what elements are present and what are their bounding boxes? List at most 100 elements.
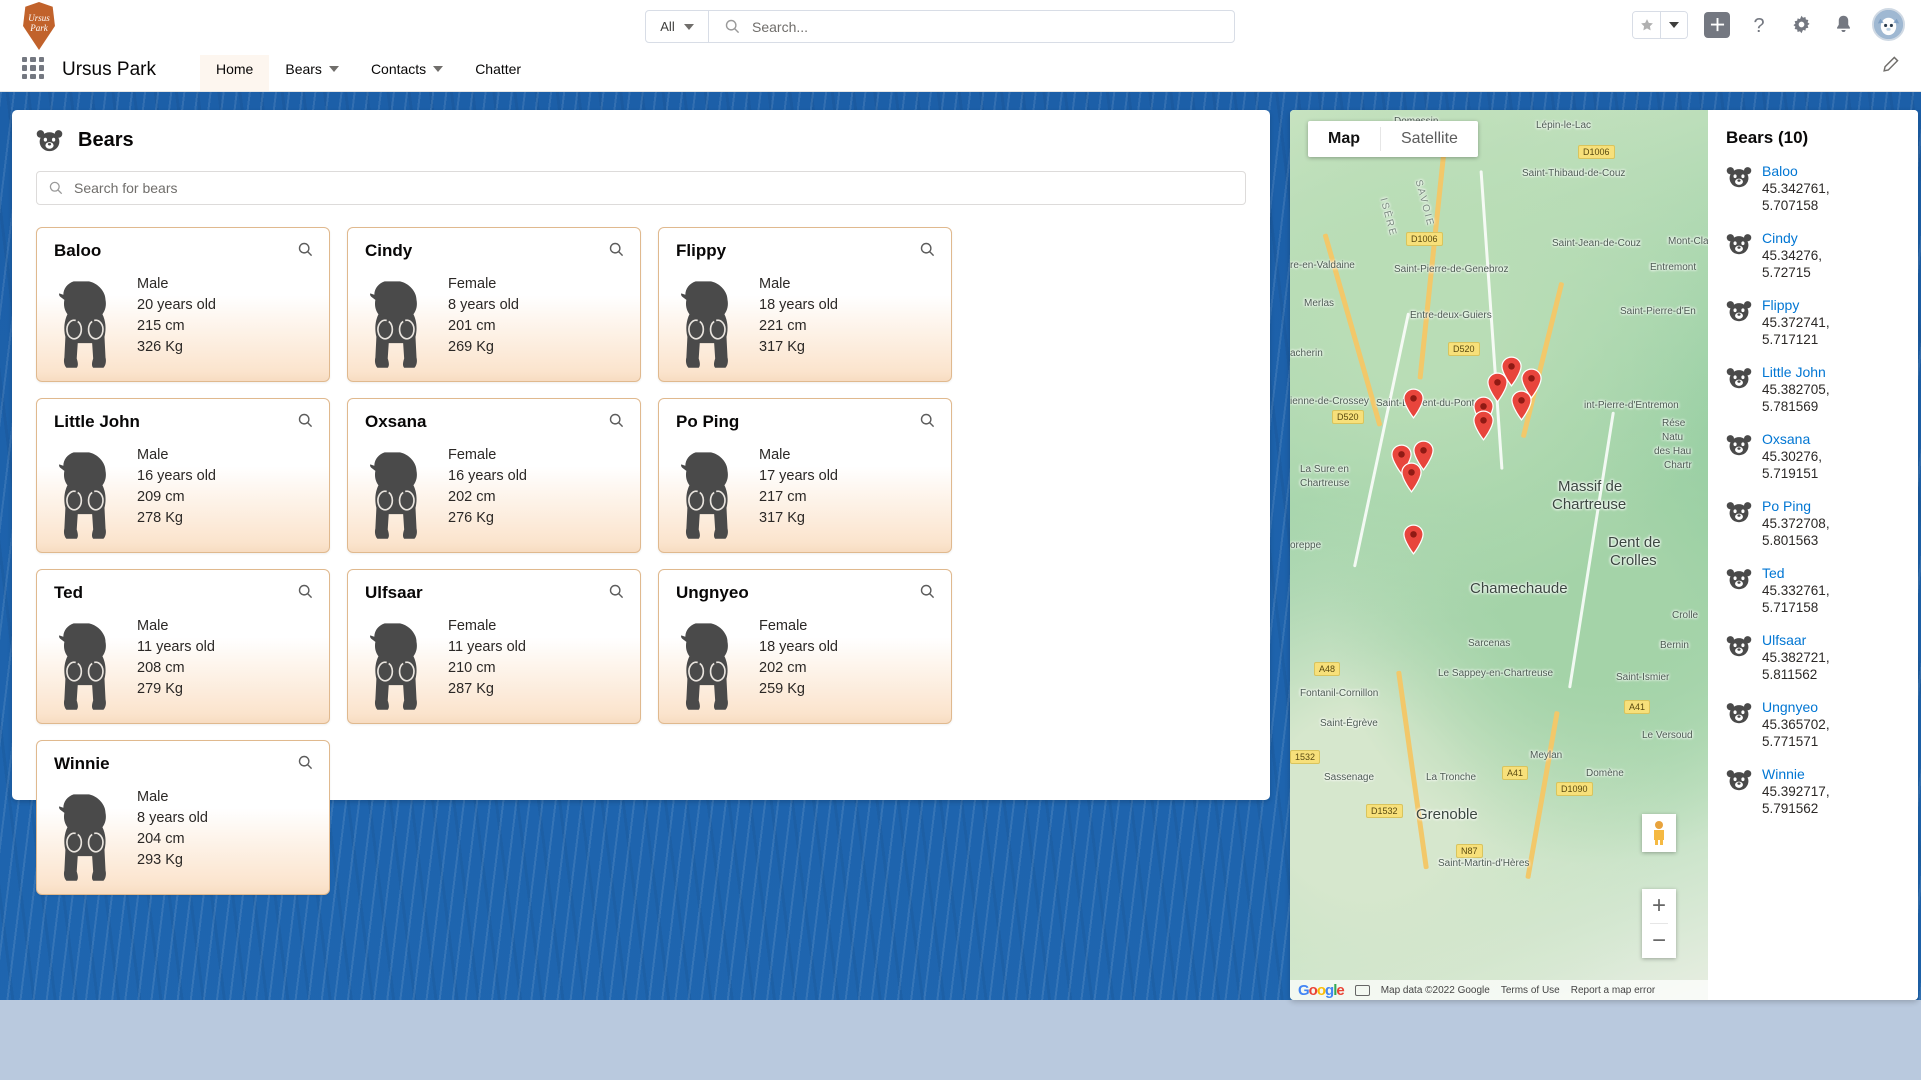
map-place-label: La Tronche xyxy=(1426,772,1477,783)
list-item[interactable]: Ted 45.332761, 5.717158 xyxy=(1726,564,1918,616)
bear-card[interactable]: Baloo Male 20 years old 215 cm 326 Kg xyxy=(36,227,330,382)
map-marker-pin[interactable] xyxy=(1472,410,1495,441)
bear-card-search-icon[interactable] xyxy=(609,584,624,604)
map-marker-pin[interactable] xyxy=(1402,388,1425,419)
report-map-error-link[interactable]: Report a map error xyxy=(1571,985,1655,996)
zoom-in-button[interactable]: + xyxy=(1642,889,1676,923)
bear-weight: 287 Kg xyxy=(448,681,494,697)
bear-silhouette-icon xyxy=(59,794,106,881)
terms-of-use-link[interactable]: Terms of Use xyxy=(1501,985,1560,996)
bears-search-input[interactable]: Search for bears xyxy=(36,171,1246,205)
map-type-toggle[interactable]: Map Satellite xyxy=(1308,121,1478,157)
bear-card-facts: Male 17 years old 217 cm 317 Kg xyxy=(759,441,838,546)
map-place-label: Meylan xyxy=(1530,750,1563,761)
bear-card-search-icon[interactable] xyxy=(298,413,313,433)
bear-card-search-icon[interactable] xyxy=(920,242,935,262)
bear-card-search-icon[interactable] xyxy=(298,242,313,262)
bear-card-search-icon[interactable] xyxy=(609,413,624,433)
bear-link[interactable]: Ulfsaar xyxy=(1762,631,1830,649)
bear-card[interactable]: Flippy Male 18 years old 221 cm 317 Kg xyxy=(658,227,952,382)
favorites-chevron-down-icon[interactable] xyxy=(1660,11,1687,38)
search-scope-dropdown[interactable]: All xyxy=(646,11,709,42)
gear-icon[interactable] xyxy=(1788,12,1814,38)
map-zoom-controls[interactable]: + − xyxy=(1642,889,1676,958)
app-launcher-icon[interactable] xyxy=(22,57,44,79)
app-logo[interactable]: Ursus Park xyxy=(20,2,58,50)
list-item[interactable]: Cindy 45.34276, 5.72715 xyxy=(1726,229,1918,281)
bear-card-search-icon[interactable] xyxy=(298,584,313,604)
list-item[interactable]: Flippy 45.372741, 5.717121 xyxy=(1726,296,1918,348)
bear-card-search-icon[interactable] xyxy=(609,242,624,262)
bear-card-facts: Female 8 years old 201 cm 269 Kg xyxy=(448,270,519,375)
global-search-field[interactable]: Search... xyxy=(709,11,1234,42)
bear-link[interactable]: Ted xyxy=(1762,564,1830,582)
favorites-group[interactable] xyxy=(1632,10,1688,39)
bear-longitude: 5.771571 xyxy=(1762,734,1819,749)
question-mark-icon[interactable]: ? xyxy=(1746,12,1772,38)
bear-face-icon xyxy=(1726,502,1752,523)
list-item-text: Cindy 45.34276, 5.72715 xyxy=(1762,229,1822,281)
star-icon[interactable] xyxy=(1633,11,1660,38)
bear-card[interactable]: Cindy Female 8 years old 201 cm 269 Kg xyxy=(347,227,641,382)
street-view-pegman[interactable] xyxy=(1642,814,1676,852)
map-type-map-button[interactable]: Map xyxy=(1308,121,1380,157)
bear-card-name: Oxsana xyxy=(365,412,427,431)
bell-icon[interactable] xyxy=(1830,12,1856,38)
chevron-down-icon[interactable] xyxy=(433,66,444,72)
list-item[interactable]: Ungnyeo 45.365702, 5.771571 xyxy=(1726,698,1918,750)
bear-card[interactable]: Winnie Male 8 years old 204 cm 293 Kg xyxy=(36,740,330,895)
map-marker-pin[interactable] xyxy=(1402,524,1425,555)
bear-card-search-icon[interactable] xyxy=(298,755,313,775)
bear-height: 209 cm xyxy=(137,489,185,505)
bear-link[interactable]: Cindy xyxy=(1762,229,1822,247)
list-item[interactable]: Po Ping 45.372708, 5.801563 xyxy=(1726,497,1918,549)
bear-card[interactable]: Ulfsaar Female 11 years old 210 cm 287 K… xyxy=(347,569,641,724)
bear-card[interactable]: Ungnyeo Female 18 years old 202 cm 259 K… xyxy=(658,569,952,724)
plus-icon[interactable] xyxy=(1704,11,1730,38)
user-avatar[interactable] xyxy=(1872,8,1905,41)
map-marker-pin[interactable] xyxy=(1400,462,1423,493)
global-search[interactable]: All Search... xyxy=(645,10,1235,43)
map-place-label: Chartreuse xyxy=(1552,496,1627,513)
bear-card[interactable]: Po Ping Male 17 years old 217 cm 317 Kg xyxy=(658,398,952,553)
global-search-placeholder: Search... xyxy=(752,18,809,35)
bear-link[interactable]: Oxsana xyxy=(1762,430,1822,448)
list-item[interactable]: Ulfsaar 45.382721, 5.811562 xyxy=(1726,631,1918,683)
bears-list-title: Bears (10) xyxy=(1726,128,1809,147)
list-item[interactable]: Little John 45.382705, 5.781569 xyxy=(1726,363,1918,415)
map-marker-pin[interactable] xyxy=(1510,390,1533,421)
bear-card-search-icon[interactable] xyxy=(920,413,935,433)
bear-link[interactable]: Flippy xyxy=(1762,296,1830,314)
bear-latitude: 45.30276, xyxy=(1762,449,1823,464)
bear-card[interactable]: Little John Male 16 years old 209 cm 278… xyxy=(36,398,330,553)
bear-silhouette-icon xyxy=(59,281,106,368)
pencil-icon[interactable] xyxy=(1881,56,1899,79)
map-place-label: Mont-Cla xyxy=(1668,236,1708,247)
bear-card-grid: Baloo Male 20 years old 215 cm 326 Kg Ci… xyxy=(12,205,1270,895)
bear-age: 17 years old xyxy=(759,468,838,484)
bear-card-name: Flippy xyxy=(676,241,727,260)
bear-link[interactable]: Little John xyxy=(1762,363,1830,381)
bear-age: 11 years old xyxy=(137,639,215,655)
list-item[interactable]: Winnie 45.392717, 5.791562 xyxy=(1726,765,1918,817)
bear-card[interactable]: Oxsana Female 16 years old 202 cm 276 Kg xyxy=(347,398,641,553)
bear-card-search-icon[interactable] xyxy=(920,584,935,604)
tab-chatter-label: Chatter xyxy=(475,61,522,77)
list-item[interactable]: Oxsana 45.30276, 5.719151 xyxy=(1726,430,1918,482)
bears-search-placeholder: Search for bears xyxy=(74,180,178,196)
bear-card-name: Winnie xyxy=(54,754,110,773)
keyboard-shortcuts-icon[interactable] xyxy=(1354,984,1370,996)
bear-link[interactable]: Winnie xyxy=(1762,765,1830,783)
bear-card[interactable]: Ted Male 11 years old 208 cm 279 Kg xyxy=(36,569,330,724)
bear-card-facts: Male 20 years old 215 cm 326 Kg xyxy=(137,270,216,375)
map-place-label: A41 xyxy=(1624,700,1651,714)
bear-link[interactable]: Baloo xyxy=(1762,162,1830,180)
map-place-label: int-Pierre-d'Entremon xyxy=(1584,400,1679,411)
bear-link[interactable]: Ungnyeo xyxy=(1762,698,1830,716)
zoom-out-button[interactable]: − xyxy=(1642,924,1676,958)
google-map[interactable]: Map Satellite DomessinLépin-le-LacSaint-… xyxy=(1290,110,1708,1000)
chevron-down-icon[interactable] xyxy=(328,66,339,72)
list-item[interactable]: Baloo 45.342761, 5.707158 xyxy=(1726,162,1918,214)
map-type-satellite-button[interactable]: Satellite xyxy=(1381,121,1478,157)
bear-link[interactable]: Po Ping xyxy=(1762,497,1830,515)
